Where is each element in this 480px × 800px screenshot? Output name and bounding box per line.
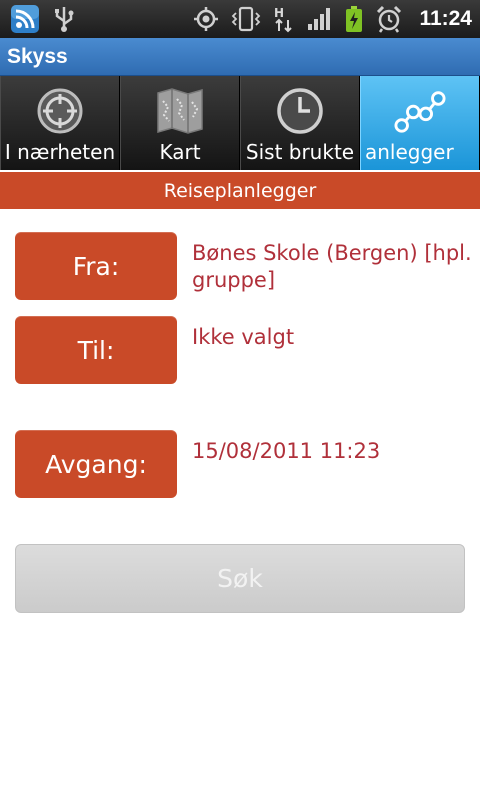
gps-icon [193,6,219,32]
tab-bar: I nærheten Kart Sist brukte anlegger [0,76,480,170]
signal-icon [307,7,333,31]
from-button[interactable]: Fra: [15,232,177,300]
hsdpa-data-icon: H [273,5,295,33]
map-icon [154,85,206,137]
departure-row: Avgang: 15/08/2011 11:23 [15,430,465,500]
to-value[interactable]: Ikke valgt [192,324,472,351]
target-icon [34,85,86,137]
app-title-bar: Skyss [0,38,480,76]
from-row: Fra: Bønes Skole (Bergen) [hpl. gruppe] [15,232,472,302]
alarm-icon [375,5,403,33]
search-button[interactable]: Søk [15,544,465,613]
vibrate-icon [231,6,261,32]
to-row: Til: Ikke valgt [15,316,465,386]
data-type-label: H [274,6,284,20]
status-bar-left [10,0,74,38]
clock-icon [274,85,326,137]
status-bar-right: H 11:24 [193,0,472,38]
departure-value[interactable]: 15/08/2011 11:23 [192,438,472,465]
tab-label: anlegger [365,140,454,164]
from-value[interactable]: Bønes Skole (Bergen) [hpl. gruppe] [192,240,472,294]
rss-notification-icon [10,4,40,34]
tab-label: I nærheten [4,140,116,164]
tab-recent[interactable]: Sist brukte [240,76,360,170]
tab-trip-planner[interactable]: anlegger [360,76,480,170]
status-clock: 11:24 [419,7,472,30]
to-button[interactable]: Til: [15,316,177,384]
tab-nearby[interactable]: I nærheten [0,76,120,170]
battery-charging-icon [345,5,363,33]
route-icon [394,85,446,137]
status-bar: H 11:24 [0,0,480,38]
app-title: Skyss [7,44,68,68]
section-header: Reiseplanlegger [0,172,480,209]
departure-button[interactable]: Avgang: [15,430,177,498]
tab-label: Sist brukte [245,140,355,164]
usb-icon [54,5,74,33]
tab-map[interactable]: Kart [120,76,240,170]
tab-label: Kart [159,140,201,164]
section-title: Reiseplanlegger [163,179,317,202]
